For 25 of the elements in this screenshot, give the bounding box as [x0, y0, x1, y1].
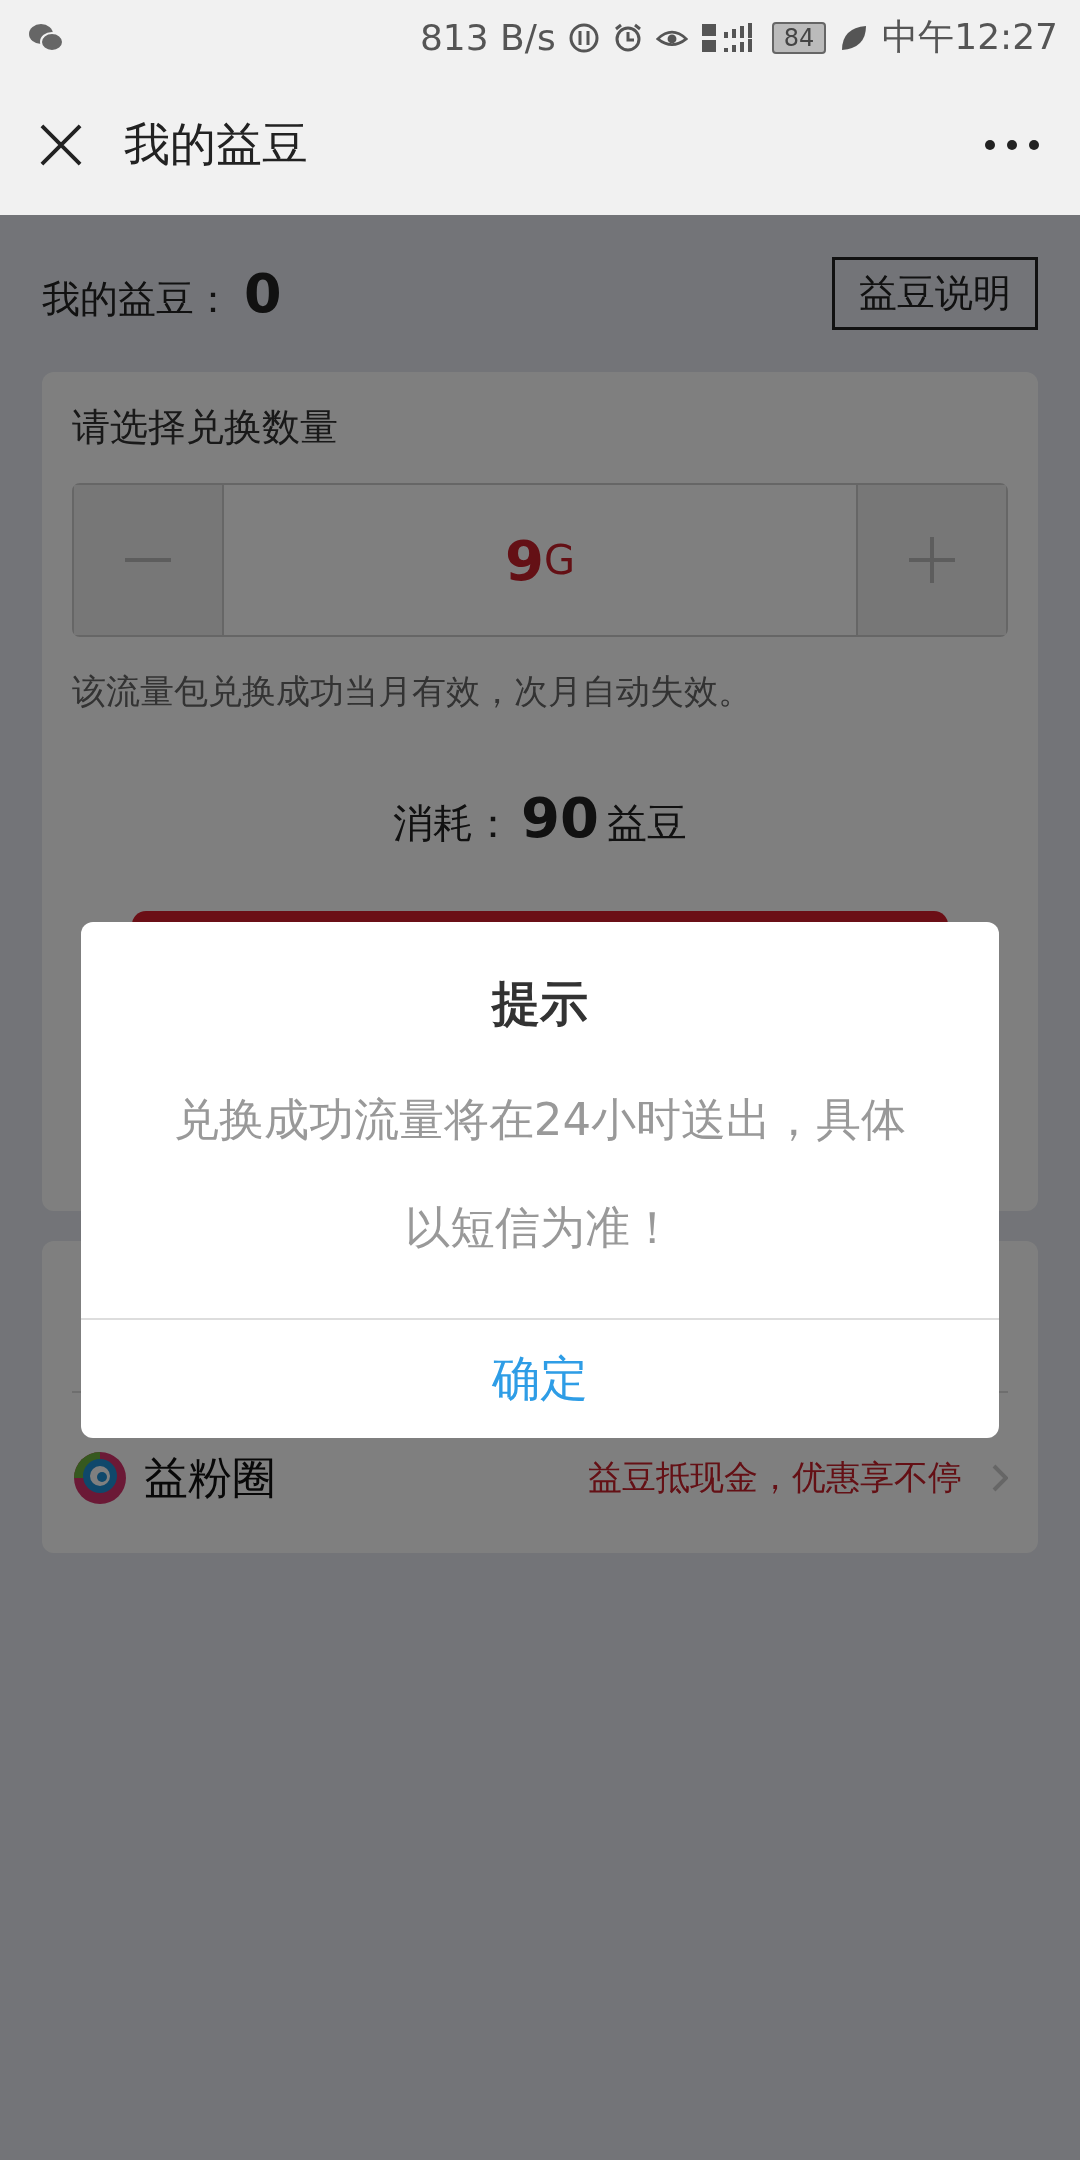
cost-value: 90 — [521, 785, 599, 850]
cost-label: 消耗： — [393, 799, 514, 848]
battery-indicator: 84 — [771, 21, 827, 54]
clock: 中午12:27 — [882, 15, 1058, 59]
plus-icon — [907, 535, 957, 585]
more-icon[interactable] — [984, 139, 1040, 151]
dialog-message: 兑换成功流量将在24小时送出，具体以短信为准！ — [172, 1092, 908, 1256]
wechat-icon — [28, 22, 64, 53]
dialog-title: 提示 — [492, 974, 588, 1033]
balance-label: 我的益豆： — [42, 276, 232, 323]
data-saver-icon — [567, 21, 600, 54]
close-icon[interactable] — [40, 124, 82, 166]
validity-note: 该流量包兑换成功当月有效，次月自动失效。 — [72, 670, 753, 713]
chevron-icon — [992, 1464, 1008, 1492]
balance-value: 0 — [244, 262, 282, 325]
page-title: 我的益豆 — [124, 116, 309, 173]
card-title: 请选择兑换数量 — [72, 404, 339, 451]
cost-unit: 益豆 — [606, 799, 687, 848]
network-speed: 813 B/s — [419, 17, 556, 58]
swirl-logo-icon — [72, 1450, 128, 1506]
promo-text: 益豆抵现金，优惠享不停 — [588, 1456, 962, 1499]
link-name: 益粉圈 — [144, 1450, 277, 1505]
confirm-button[interactable]: 确定 — [81, 1318, 999, 1438]
help-button[interactable]: 益豆说明 — [832, 257, 1038, 330]
quantity-value: 9G — [224, 485, 856, 635]
